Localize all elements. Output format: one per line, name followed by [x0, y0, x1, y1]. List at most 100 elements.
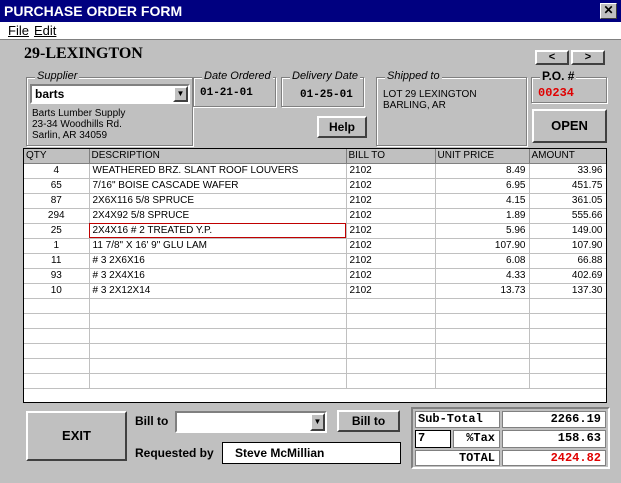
- col-header-qty[interactable]: QTY: [24, 149, 90, 164]
- cell-bill-to[interactable]: [346, 328, 436, 344]
- cell-description[interactable]: # 3 2X6X16: [89, 253, 347, 269]
- cell-bill-to[interactable]: [346, 313, 436, 329]
- cell-qty[interactable]: 65: [24, 178, 90, 194]
- cell-qty[interactable]: [24, 328, 90, 344]
- cell-amount[interactable]: 107.90: [529, 238, 606, 254]
- supplier-select[interactable]: barts ▼: [30, 84, 190, 104]
- cell-description[interactable]: WEATHERED BRZ. SLANT ROOF LOUVERS: [89, 163, 347, 179]
- cell-bill-to[interactable]: 2102: [346, 253, 436, 269]
- cell-amount[interactable]: 361.05: [529, 193, 606, 209]
- cell-description[interactable]: # 3 2X12X14: [89, 283, 347, 299]
- cell-unit-price[interactable]: 6.08: [435, 253, 530, 269]
- table-row[interactable]: 25 2X4X16 # 2 TREATED Y.P. 2102 5.96 149.00: [24, 223, 606, 239]
- table-row[interactable]: 93 # 3 2X4X16 2102 4.33 402.69: [24, 268, 606, 284]
- cell-description[interactable]: 7/16" BOISE CASCADE WAFER: [89, 178, 347, 194]
- cell-amount[interactable]: [529, 373, 606, 389]
- bill-to-button[interactable]: Bill to: [337, 410, 400, 432]
- cell-bill-to[interactable]: 2102: [346, 238, 436, 254]
- line-items-table[interactable]: QTY DESCRIPTION BILL TO UNIT PRICE AMOUN…: [23, 148, 607, 403]
- close-icon[interactable]: ✕: [600, 3, 617, 19]
- cell-unit-price[interactable]: 13.73: [435, 283, 530, 299]
- cell-unit-price[interactable]: 107.90: [435, 238, 530, 254]
- table-row[interactable]: 1 11 7/8" X 16' 9" GLU LAM 2102 107.90 107.9…: [24, 238, 606, 254]
- cell-bill-to[interactable]: [346, 358, 436, 374]
- table-row[interactable]: 4 WEATHERED BRZ. SLANT ROOF LOUVERS 2102 8.…: [24, 163, 606, 179]
- cell-unit-price[interactable]: [435, 358, 530, 374]
- cell-description[interactable]: [89, 298, 347, 314]
- cell-qty[interactable]: [24, 343, 90, 359]
- cell-qty[interactable]: 10: [24, 283, 90, 299]
- cell-bill-to[interactable]: [346, 298, 436, 314]
- cell-amount[interactable]: 66.88: [529, 253, 606, 269]
- open-button[interactable]: OPEN: [532, 109, 607, 143]
- cell-description[interactable]: # 3 2X4X16: [89, 268, 347, 284]
- cell-unit-price[interactable]: [435, 328, 530, 344]
- cell-qty[interactable]: [24, 298, 90, 314]
- menu-edit[interactable]: Edit: [34, 23, 56, 38]
- cell-qty[interactable]: [24, 313, 90, 329]
- col-header-amount[interactable]: AMOUNT: [529, 149, 606, 164]
- cell-qty[interactable]: 294: [24, 208, 90, 224]
- table-row-empty[interactable]: [24, 313, 606, 329]
- cell-amount[interactable]: [529, 313, 606, 329]
- cell-amount[interactable]: 402.69: [529, 268, 606, 284]
- bill-to-select[interactable]: ▼: [175, 411, 327, 433]
- cell-unit-price[interactable]: 5.96: [435, 223, 530, 239]
- cell-bill-to[interactable]: 2102: [346, 223, 436, 239]
- cell-unit-price[interactable]: [435, 343, 530, 359]
- cell-bill-to[interactable]: 2102: [346, 178, 436, 194]
- delivery-date-value[interactable]: 01-25-01: [300, 89, 353, 101]
- cell-qty[interactable]: 11: [24, 253, 90, 269]
- cell-qty[interactable]: 93: [24, 268, 90, 284]
- cell-amount[interactable]: 137.30: [529, 283, 606, 299]
- prev-record-button[interactable]: <: [535, 50, 569, 65]
- cell-amount[interactable]: 451.75: [529, 178, 606, 194]
- table-row-empty[interactable]: [24, 358, 606, 374]
- cell-unit-price[interactable]: [435, 298, 530, 314]
- help-button[interactable]: Help: [317, 116, 367, 138]
- cell-amount[interactable]: [529, 343, 606, 359]
- cell-unit-price[interactable]: [435, 373, 530, 389]
- next-record-button[interactable]: >: [571, 50, 605, 65]
- cell-amount[interactable]: [529, 298, 606, 314]
- cell-qty[interactable]: 25: [24, 223, 90, 239]
- table-row[interactable]: 10 # 3 2X12X14 2102 13.73 137.30: [24, 283, 606, 299]
- cell-description[interactable]: [89, 313, 347, 329]
- cell-qty[interactable]: 87: [24, 193, 90, 209]
- table-row[interactable]: 65 7/16" BOISE CASCADE WAFER 2102 6.95 451.7…: [24, 178, 606, 194]
- table-row-empty[interactable]: [24, 328, 606, 344]
- cell-bill-to[interactable]: [346, 343, 436, 359]
- tax-rate-input[interactable]: 7: [415, 430, 451, 448]
- cell-unit-price[interactable]: 4.15: [435, 193, 530, 209]
- col-header-bill-to[interactable]: BILL TO: [346, 149, 436, 164]
- cell-unit-price[interactable]: [435, 313, 530, 329]
- cell-qty[interactable]: [24, 358, 90, 374]
- requested-by-input[interactable]: Steve McMillian: [222, 442, 401, 464]
- menu-file[interactable]: File: [8, 23, 29, 38]
- cell-qty[interactable]: 4: [24, 163, 90, 179]
- cell-description[interactable]: 2X6X116 5/8 SPRUCE: [89, 193, 347, 209]
- col-header-unit-price[interactable]: UNIT PRICE: [435, 149, 530, 164]
- cell-description[interactable]: [89, 358, 347, 374]
- cell-description[interactable]: 2X4X16 # 2 TREATED Y.P.: [89, 223, 347, 239]
- cell-bill-to[interactable]: 2102: [346, 163, 436, 179]
- cell-description[interactable]: [89, 343, 347, 359]
- cell-amount[interactable]: 149.00: [529, 223, 606, 239]
- cell-bill-to[interactable]: 2102: [346, 283, 436, 299]
- cell-description[interactable]: [89, 373, 347, 389]
- table-row-empty[interactable]: [24, 298, 606, 314]
- chevron-down-icon[interactable]: ▼: [310, 413, 325, 431]
- cell-amount[interactable]: 555.66: [529, 208, 606, 224]
- col-header-description[interactable]: DESCRIPTION: [89, 149, 347, 164]
- date-ordered-value[interactable]: 01-21-01: [200, 87, 253, 99]
- cell-qty[interactable]: [24, 373, 90, 389]
- cell-qty[interactable]: 1: [24, 238, 90, 254]
- cell-unit-price[interactable]: 1.89: [435, 208, 530, 224]
- cell-bill-to[interactable]: [346, 373, 436, 389]
- cell-unit-price[interactable]: 4.33: [435, 268, 530, 284]
- table-row[interactable]: 11 # 3 2X6X16 2102 6.08 66.88: [24, 253, 606, 269]
- chevron-down-icon[interactable]: ▼: [173, 86, 188, 102]
- cell-description[interactable]: 2X4X92 5/8 SPRUCE: [89, 208, 347, 224]
- exit-button[interactable]: EXIT: [26, 411, 127, 461]
- table-row-empty[interactable]: [24, 373, 606, 389]
